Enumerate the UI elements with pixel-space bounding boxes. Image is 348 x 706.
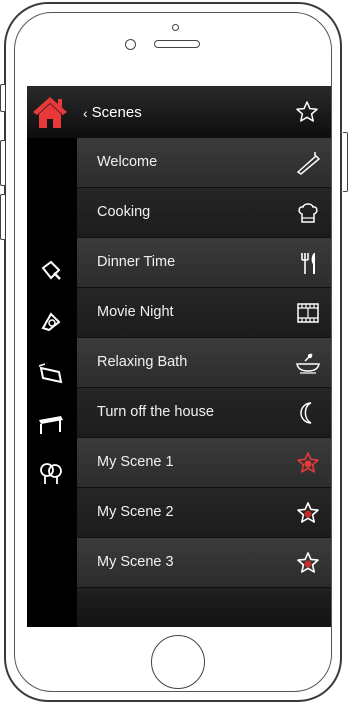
proximity-sensor (172, 24, 179, 31)
scene-label: Dinner Time (97, 254, 176, 270)
scene-label: Relaxing Bath (97, 354, 188, 370)
list-item[interactable]: My Scene 2 (77, 488, 331, 538)
scene-list: Welcome Cooking Dinner Time Movie Night (77, 138, 331, 627)
list-item[interactable]: Welcome (77, 138, 331, 188)
star-icon-active[interactable] (295, 450, 321, 476)
front-camera (125, 39, 136, 50)
back-label: Scenes (91, 104, 142, 121)
volume-up-button (0, 140, 5, 186)
list-item[interactable]: Turn off the house (77, 388, 331, 438)
list-item[interactable]: Movie Night (77, 288, 331, 338)
list-item[interactable]: Dinner Time (77, 238, 331, 288)
list-item[interactable]: Relaxing Bath (77, 338, 331, 388)
home-button[interactable] (151, 635, 205, 689)
power-button (343, 132, 348, 192)
lighting-icon[interactable] (37, 258, 65, 286)
shades-icon[interactable] (37, 360, 65, 388)
scene-label: Turn off the house (97, 404, 214, 420)
star-icon[interactable] (295, 550, 321, 576)
list-item[interactable]: My Scene 1 (77, 438, 331, 488)
fork-knife-icon (301, 253, 315, 274)
top-bar: ‹ Scenes (27, 86, 331, 138)
mute-switch (0, 84, 5, 112)
back-button[interactable]: ‹ Scenes (83, 104, 142, 121)
dimmer-icon (296, 152, 321, 175)
moon-icon (300, 402, 312, 424)
scene-label: My Scene 3 (97, 554, 174, 570)
scene-label: Cooking (97, 204, 151, 220)
scene-label: My Scene 2 (97, 504, 174, 520)
garden-icon[interactable] (37, 460, 65, 488)
earpiece-speaker (154, 40, 200, 48)
list-item[interactable]: My Scene 3 (77, 538, 331, 588)
list-footer (77, 593, 331, 627)
volume-down-button (0, 194, 5, 240)
app-screen: ‹ Scenes Welcome Cooking Dinner Time Mov… (27, 86, 331, 627)
scene-label: My Scene 1 (97, 454, 174, 470)
chef-hat-icon (298, 203, 318, 223)
chevron-left-icon: ‹ (83, 104, 88, 121)
list-item[interactable]: Cooking (77, 188, 331, 238)
favorite-star-icon[interactable] (295, 100, 319, 124)
scene-label: Movie Night (97, 304, 174, 320)
table-icon[interactable] (37, 410, 65, 438)
home-icon[interactable] (31, 94, 69, 130)
film-icon (297, 303, 319, 323)
star-icon[interactable] (295, 500, 321, 526)
bath-icon (296, 353, 320, 374)
scene-label: Welcome (97, 154, 158, 170)
audio-icon[interactable] (37, 308, 65, 336)
category-sidebar (27, 138, 77, 627)
